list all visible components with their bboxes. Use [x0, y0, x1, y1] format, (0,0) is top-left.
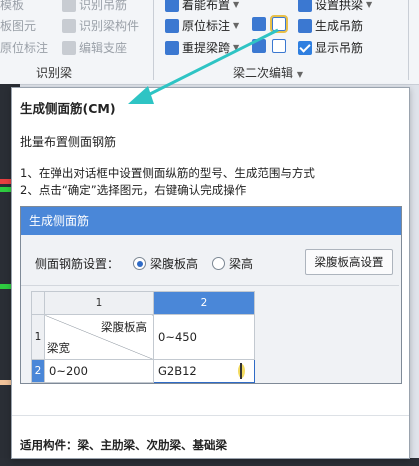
gear-icon	[252, 39, 266, 53]
ribbon-item-label: 显示吊筋	[315, 41, 364, 55]
side-rebar-icon	[270, 15, 288, 33]
corner-cell	[31, 291, 45, 315]
grid-icon	[272, 39, 286, 53]
tooltip-step-1: 1、在弹出对话框中设置侧面纵筋的型号、生成范围与方式	[20, 166, 315, 180]
table-cell[interactable]: 0~450	[153, 314, 255, 360]
group-label-beam-edit: 梁二次编辑 ▼	[233, 64, 303, 81]
span-icon	[165, 40, 179, 55]
chevron-down-icon: ▼	[296, 70, 303, 79]
hanger-icon	[298, 18, 312, 33]
diagonal-header-cell: 梁腹板高 梁宽	[44, 314, 154, 360]
group-label-text: 梁二次编辑	[233, 66, 294, 80]
ribbon-item-template[interactable]: 模板	[0, 0, 24, 13]
show-hanger-checkbox[interactable]: 显示吊筋	[298, 39, 363, 56]
inplace-annotation-button[interactable]: 原位标注 ▼	[165, 17, 239, 34]
grid-tool-button[interactable]	[272, 39, 286, 53]
text-cursor-icon	[240, 363, 242, 379]
tooltip-title: 生成侧面筋(CM)	[20, 101, 116, 116]
ribbon: 模板 板图元 原位标注 识别吊筋 识别梁构件 编辑支座 识别梁 着能布置 ▼ 原位…	[0, 0, 419, 85]
ribbon-item-label: 原位标注	[182, 19, 231, 33]
radio-web-height[interactable]: 梁腹板高	[133, 255, 198, 272]
row-header[interactable]: 1	[31, 314, 45, 360]
arch-beam-icon	[298, 0, 312, 12]
ribbon-item-label: 编辑支座	[79, 41, 128, 55]
annotation-icon	[165, 18, 179, 33]
ribbon-item-label: 识别吊筋	[79, 0, 128, 12]
chevron-down-icon: ▼	[233, 21, 240, 30]
ribbon-item-board[interactable]: 板图元	[0, 17, 36, 34]
identify-beam-button[interactable]: 识别梁构件	[62, 17, 139, 34]
repick-span-button[interactable]: 重提梁跨 ▼	[165, 39, 239, 56]
hanger-icon	[62, 0, 76, 12]
tooltip-footer: 适用构件：梁、主肋梁、次肋梁、基础梁	[20, 438, 227, 452]
ribbon-item-label: 板图元	[0, 19, 37, 33]
chevron-down-icon: ▼	[233, 43, 240, 52]
ribbon-item-label: 重提梁跨	[182, 41, 231, 55]
funnel-tool-button[interactable]	[252, 17, 266, 31]
tooltip-divider	[12, 415, 409, 416]
cell-value: G2B12	[158, 364, 197, 378]
gear-tool-button[interactable]	[252, 39, 266, 53]
smart-layout-button[interactable]: 着能布置 ▼	[165, 0, 239, 13]
web-height-settings-button[interactable]: 梁腹板高设置	[305, 249, 393, 275]
smart-layout-icon	[165, 0, 179, 12]
dialog-preview: 生成侧面筋 侧面钢筋设置： 梁腹板高 梁高 梁腹板高设置 1 2 1 梁腹板高 …	[20, 206, 402, 384]
radio-label: 梁高	[229, 257, 254, 271]
set-arch-beam-button[interactable]: 设置拱梁 ▼	[298, 0, 372, 13]
ribbon-item-label: 识别梁构件	[79, 19, 140, 33]
ribbon-item-label: 原位标注	[0, 41, 49, 55]
generate-hanger-button[interactable]: 生成吊筋	[298, 17, 363, 34]
chevron-down-icon: ▼	[233, 0, 240, 9]
side-rebar-settings: 侧面钢筋设置： 梁腹板高 梁高	[35, 255, 253, 272]
tooltip-subtitle: 批量布置侧面钢筋	[20, 135, 117, 149]
radio-beam-height[interactable]: 梁高	[212, 255, 253, 272]
ribbon-item-label: 设置拱梁	[315, 0, 364, 12]
ribbon-separator	[153, 0, 154, 80]
checkbox-checked-icon	[298, 40, 312, 55]
tooltip-step-2: 2、点击“确定”选择图元，右键确认完成操作	[20, 183, 247, 197]
radio-unchecked-icon	[212, 257, 226, 270]
settings-label: 侧面钢筋设置：	[35, 257, 120, 271]
diagonal-bottom-label: 梁宽	[47, 341, 70, 355]
ribbon-item-label: 着能布置	[182, 0, 231, 12]
table-cell[interactable]: 0~200	[44, 359, 154, 383]
side-rebar-button[interactable]	[270, 15, 288, 33]
edit-support-button[interactable]: 编辑支座	[62, 39, 127, 56]
ribbon-item-label: 生成吊筋	[315, 19, 364, 33]
beam-icon	[62, 18, 76, 33]
chevron-down-icon: ▼	[366, 0, 373, 9]
diagonal-top-label: 梁腹板高	[101, 320, 147, 334]
column-header-selected[interactable]: 2	[153, 291, 255, 315]
canvas-bottom-strip	[0, 458, 419, 466]
ribbon-item-label: 模板	[0, 0, 25, 12]
dialog-title: 生成侧面筋	[21, 207, 401, 235]
row-header-selected[interactable]: 2	[31, 359, 45, 383]
radio-label: 梁腹板高	[150, 257, 199, 271]
identify-hanger-button[interactable]: 识别吊筋	[62, 0, 127, 13]
funnel-icon	[252, 17, 266, 31]
support-icon	[62, 40, 76, 55]
dialog-divider	[21, 285, 399, 286]
ribbon-item-inplace[interactable]: 原位标注	[0, 39, 48, 56]
rebar-table: 1 2 1 梁腹板高 梁宽 0~450 2 0~200 G2B12	[31, 291, 255, 383]
radio-checked-icon	[133, 257, 147, 270]
group-label-identify-beam: 识别梁	[36, 66, 73, 80]
table-cell-editing[interactable]: G2B12	[153, 359, 255, 383]
column-header[interactable]: 1	[44, 291, 154, 315]
ribbon-separator	[408, 0, 409, 80]
command-tooltip: 生成侧面筋(CM) 批量布置侧面钢筋 1、在弹出对话框中设置侧面纵筋的型号、生成…	[11, 87, 410, 459]
